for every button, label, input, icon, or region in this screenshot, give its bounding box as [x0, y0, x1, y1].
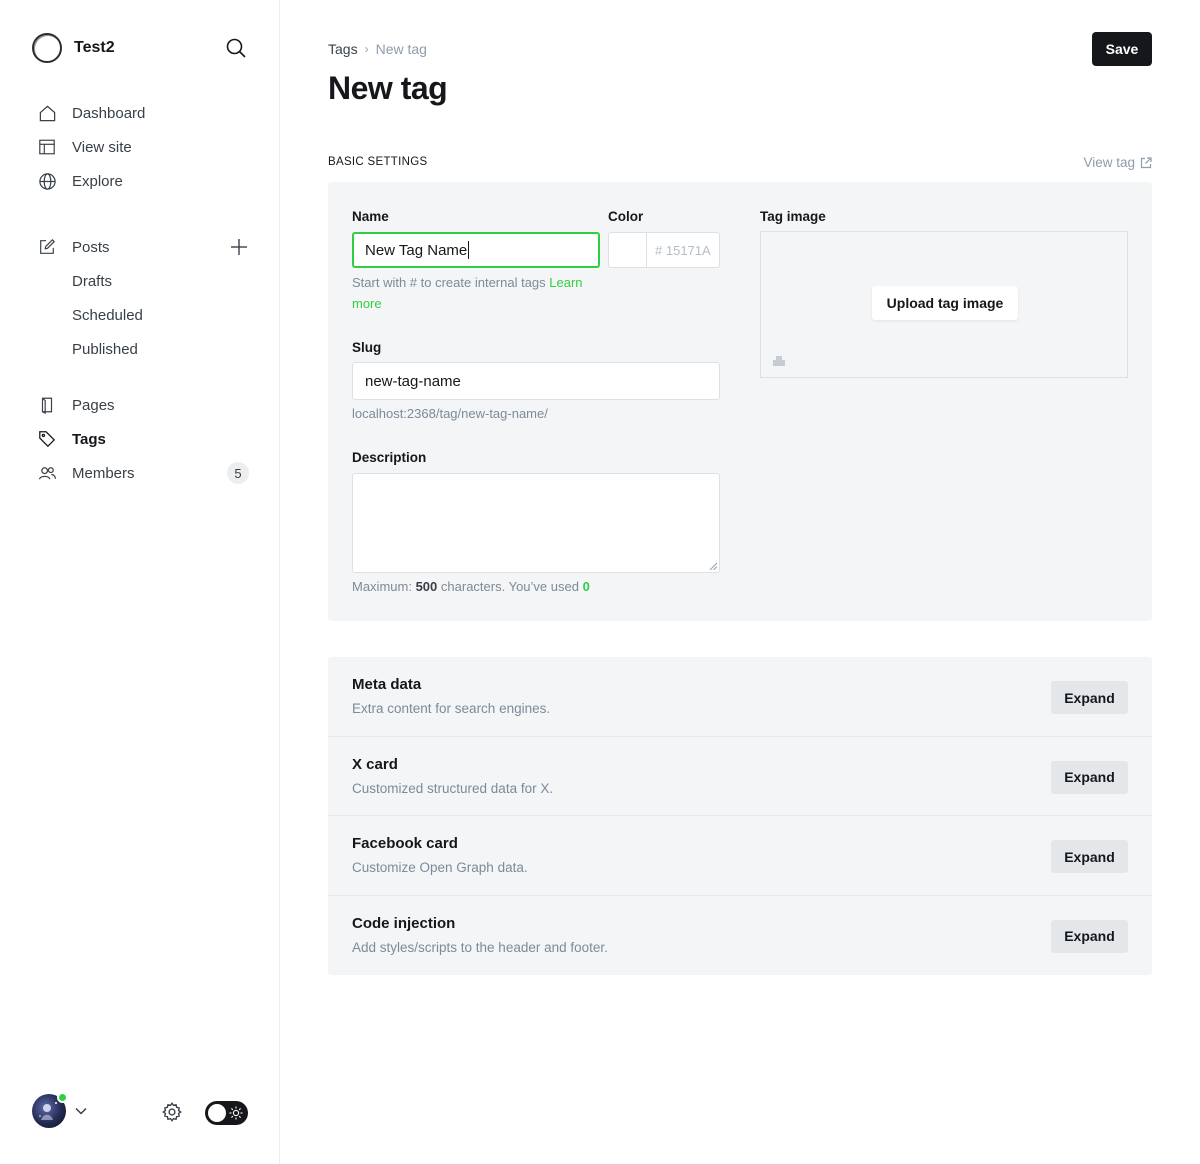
sidebar-item-tags[interactable]: Tags: [32, 422, 252, 456]
slug-input[interactable]: new-tag-name: [352, 362, 720, 400]
description-label: Description: [352, 450, 427, 465]
sun-icon: [229, 1106, 243, 1120]
breadcrumb-parent[interactable]: Tags: [328, 41, 358, 57]
slug-label: Slug: [352, 340, 382, 355]
upload-tag-image-button[interactable]: Upload tag image: [872, 286, 1018, 320]
name-label: Name: [352, 209, 389, 224]
section-description: Customized structured data for X.: [352, 780, 554, 796]
image-placeholder-icon: [773, 356, 785, 366]
sidebar-item-scheduled[interactable]: Scheduled: [32, 298, 252, 332]
sidebar-item-label: Drafts: [72, 272, 113, 290]
page-icon: [37, 395, 57, 415]
sidebar-item-label: Published: [72, 340, 138, 358]
tag-image-dropzone[interactable]: Upload tag image: [760, 231, 1128, 378]
expand-meta-data-button[interactable]: Expand: [1051, 681, 1128, 714]
breadcrumb: Tags › New tag: [328, 41, 427, 57]
main-nav: Dashboard View site Explore: [32, 96, 252, 198]
facebook-card-section: Facebook card Customize Open Graph data.…: [328, 816, 1152, 896]
tag-image-label: Tag image: [760, 209, 826, 224]
external-link-icon: [1140, 156, 1152, 168]
section-title: Meta data: [352, 676, 422, 693]
save-button[interactable]: Save: [1092, 32, 1152, 66]
site-header: Test2: [32, 32, 248, 64]
toggle-knob: [208, 1104, 226, 1122]
view-tag-link[interactable]: View tag: [1083, 155, 1152, 170]
members-count-badge: 5: [227, 462, 249, 484]
name-hint: Start with # to create internal tags Lea…: [352, 272, 612, 314]
sidebar-item-explore[interactable]: Explore: [32, 164, 252, 198]
chevron-down-icon[interactable]: [74, 1104, 88, 1118]
description-hint: Maximum: 500 characters. You’ve used 0: [352, 576, 590, 597]
sidebar-item-drafts[interactable]: Drafts: [32, 264, 252, 298]
resize-grip-icon[interactable]: [709, 562, 717, 570]
sidebar-footer: [32, 1092, 248, 1128]
section-title: Facebook card: [352, 835, 458, 852]
sidebar-item-label: Members: [72, 464, 135, 482]
expand-code-injection-button[interactable]: Expand: [1051, 919, 1128, 953]
site-title[interactable]: Test2: [74, 39, 115, 57]
sidebar-item-label: Posts: [72, 238, 110, 256]
sidebar-item-label: Tags: [72, 430, 106, 448]
section-description: Extra content for search engines.: [352, 701, 551, 716]
x-card-section: X card Customized structured data for X.…: [328, 737, 1152, 816]
section-title: Code injection: [352, 914, 456, 932]
site-nav: Pages Tags Members 5: [32, 388, 252, 490]
members-icon: [37, 463, 57, 483]
sidebar-item-posts[interactable]: Posts: [32, 230, 252, 264]
description-used: 0: [582, 579, 590, 594]
name-value: New Tag Name: [365, 241, 468, 259]
text-cursor: [468, 241, 470, 259]
sidebar-item-label: Pages: [72, 396, 115, 414]
color-hash: #: [655, 242, 663, 258]
expand-facebook-card-button[interactable]: Expand: [1051, 840, 1128, 873]
name-hint-text: Start with # to create internal tags: [352, 275, 546, 290]
breadcrumb-separator: ›: [364, 42, 369, 56]
color-label: Color: [608, 209, 644, 224]
sidebar-item-label: View site: [72, 138, 132, 156]
description-max: 500: [415, 579, 438, 594]
basic-settings-panel: Name New Tag Name Start with # to create…: [328, 182, 1152, 621]
description-textarea[interactable]: [352, 473, 720, 573]
sidebar-item-view-site[interactable]: View site: [32, 130, 252, 164]
name-input[interactable]: New Tag Name: [352, 232, 600, 268]
description-hint-prefix: Maximum:: [352, 579, 412, 594]
breadcrumb-current: New tag: [375, 41, 427, 57]
section-description: Customize Open Graph data.: [352, 860, 528, 875]
code-injection-section: Code injection Add styles/scripts to the…: [328, 896, 1152, 976]
expandable-sections: Meta data Extra content for search engin…: [328, 657, 1152, 975]
description-hint-mid: characters. You’ve used: [440, 579, 579, 594]
search-icon[interactable]: [224, 36, 248, 60]
home-icon: [37, 103, 57, 123]
view-tag-label: View tag: [1083, 155, 1135, 170]
sidebar-item-dashboard[interactable]: Dashboard: [32, 96, 252, 130]
section-title: Basic settings: [328, 156, 428, 168]
content-nav: Posts Drafts Scheduled Published: [32, 230, 252, 366]
site-logo[interactable]: [32, 33, 62, 63]
section-description: Add styles/scripts to the header and foo…: [352, 939, 608, 955]
sidebar: Test2 Dashboard View site Explore Posts …: [0, 0, 280, 1164]
slug-url: localhost:2368/tag/new-tag-name/: [352, 406, 548, 421]
sidebar-item-members[interactable]: Members 5: [32, 456, 252, 490]
color-swatch[interactable]: [608, 232, 646, 268]
color-input[interactable]: # 15171A: [646, 232, 720, 268]
section-title: X card: [352, 755, 398, 773]
sidebar-item-pages[interactable]: Pages: [32, 388, 252, 422]
layout-icon: [37, 137, 57, 157]
expand-x-card-button[interactable]: Expand: [1051, 760, 1128, 794]
online-status-dot: [57, 1092, 68, 1103]
slug-value: new-tag-name: [365, 372, 461, 390]
meta-data-section: Meta data Extra content for search engin…: [328, 657, 1152, 737]
color-placeholder: 15171A: [665, 242, 711, 258]
sidebar-item-label: Scheduled: [72, 306, 143, 324]
sidebar-item-published[interactable]: Published: [32, 332, 252, 366]
edit-icon: [37, 237, 57, 257]
tag-icon: [37, 429, 57, 449]
page-title: New tag: [328, 70, 448, 106]
theme-toggle[interactable]: [205, 1101, 248, 1125]
sidebar-item-label: Explore: [72, 172, 123, 190]
gear-icon[interactable]: [161, 1101, 183, 1123]
globe-icon: [37, 171, 57, 191]
new-post-plus-icon[interactable]: [230, 238, 248, 256]
sidebar-item-label: Dashboard: [72, 104, 146, 122]
